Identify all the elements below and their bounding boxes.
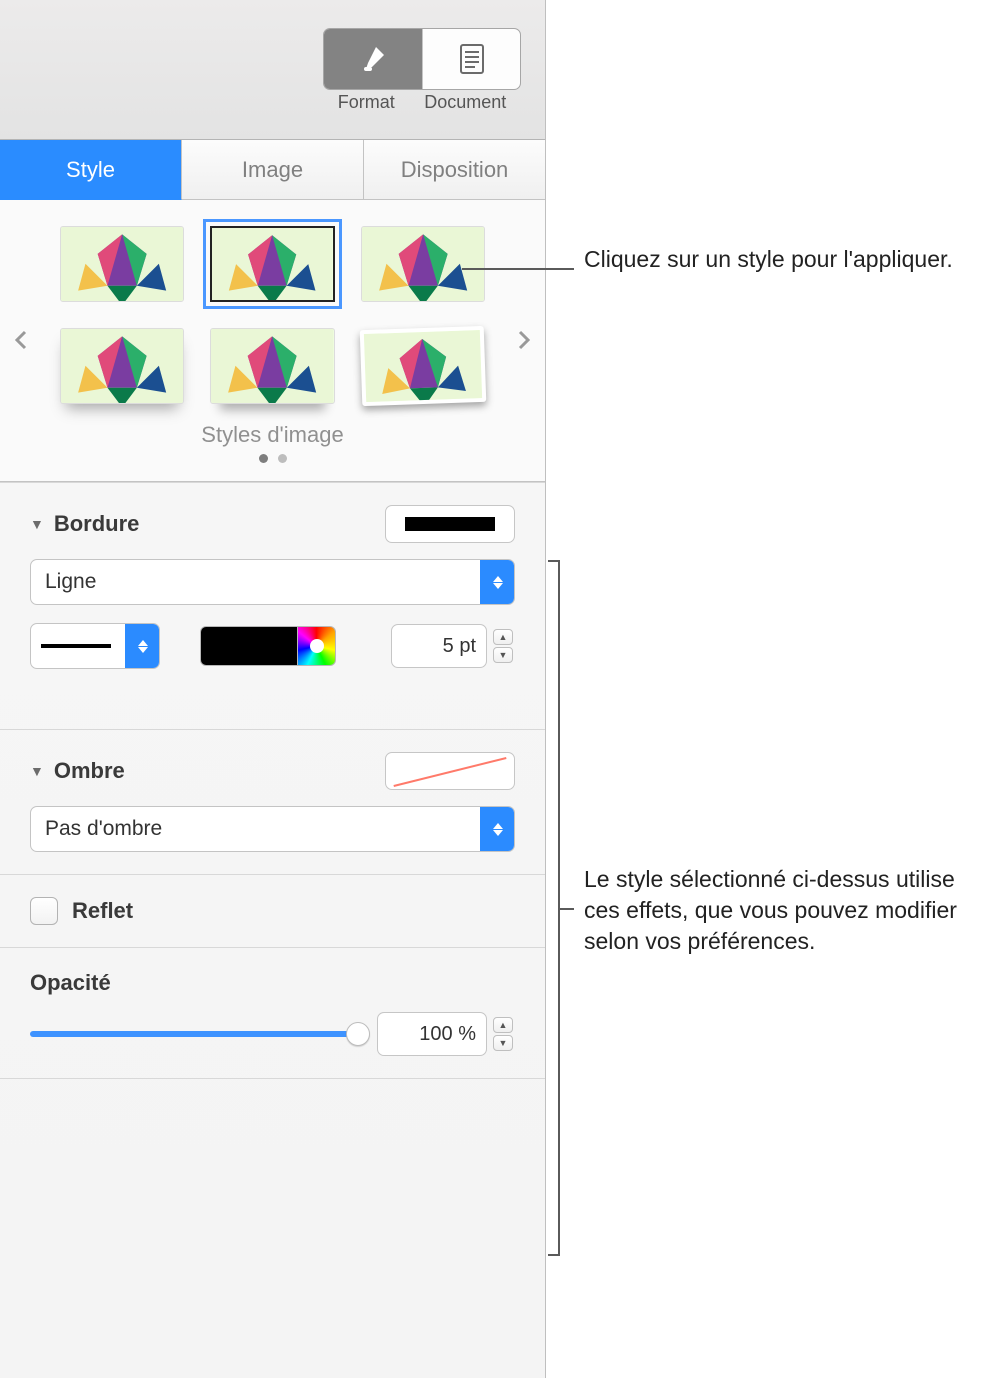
toolbar: Format Document xyxy=(0,0,545,140)
shadow-type-popup[interactable]: Pas d'ombre xyxy=(30,806,515,852)
origami-preview-icon xyxy=(211,329,333,404)
opacity-title: Opacité xyxy=(30,970,515,996)
format-label: Format xyxy=(338,92,395,113)
border-section: ▼ Bordure Ligne xyxy=(0,482,545,730)
document-button[interactable] xyxy=(422,29,520,89)
border-title[interactable]: ▼ Bordure xyxy=(30,511,139,537)
border-type-value: Ligne xyxy=(31,570,480,594)
page-dot[interactable] xyxy=(259,454,268,463)
line-style-preview xyxy=(41,644,111,648)
origami-preview-icon xyxy=(61,227,183,302)
paintbrush-icon xyxy=(358,44,388,74)
slider-thumb[interactable] xyxy=(346,1022,370,1046)
style-swatch-grid xyxy=(16,226,529,404)
image-styles-section: Styles d'image xyxy=(0,200,545,482)
border-preview-well[interactable] xyxy=(385,505,515,543)
callout-connector xyxy=(560,908,574,910)
style-swatch[interactable] xyxy=(359,326,486,406)
callout-apply-style: Cliquez sur un style pour l'appliquer. xyxy=(584,244,964,275)
border-title-label: Bordure xyxy=(54,511,140,537)
color-wheel-icon[interactable] xyxy=(298,626,336,666)
shadow-title-label: Ombre xyxy=(54,758,125,784)
reflection-label: Reflet xyxy=(72,898,133,924)
reflection-section: Reflet xyxy=(0,875,545,948)
style-swatch-selected[interactable] xyxy=(210,226,334,302)
page-dot[interactable] xyxy=(278,454,287,463)
disclosure-triangle-icon: ▼ xyxy=(30,516,44,532)
style-swatch[interactable] xyxy=(210,328,334,404)
inspector-panel: Format Document Style Image Disposition xyxy=(0,0,546,1378)
tab-layout[interactable]: Disposition xyxy=(364,140,545,200)
stepper-up[interactable]: ▲ xyxy=(493,1017,513,1033)
popup-arrows-icon xyxy=(480,560,514,604)
style-swatch[interactable] xyxy=(361,226,485,302)
styles-next-button[interactable] xyxy=(513,326,535,354)
document-icon xyxy=(458,43,486,75)
toolbar-segmented xyxy=(323,28,521,90)
color-swatch xyxy=(200,626,298,666)
popup-arrows-icon xyxy=(125,624,159,668)
shadow-title[interactable]: ▼ Ombre xyxy=(30,758,125,784)
thickness-stepper: ▲ ▼ xyxy=(493,624,515,668)
tab-style[interactable]: Style xyxy=(0,140,182,200)
shadow-section: ▼ Ombre Pas d'ombre xyxy=(0,730,545,875)
disclosure-triangle-icon: ▼ xyxy=(30,763,44,779)
opacity-stepper: ▲ ▼ xyxy=(493,1012,515,1056)
origami-preview-icon xyxy=(362,227,484,302)
stepper-down[interactable]: ▼ xyxy=(493,1035,513,1051)
reflection-checkbox[interactable] xyxy=(30,897,58,925)
border-line-preview xyxy=(405,517,495,531)
stepper-down[interactable]: ▼ xyxy=(493,647,513,663)
line-style-popup[interactable] xyxy=(30,623,160,669)
callout-bracket xyxy=(548,560,560,1256)
opacity-section: Opacité 100 % ▲ ▼ xyxy=(0,948,545,1079)
format-button[interactable] xyxy=(324,29,422,89)
origami-preview-icon xyxy=(364,330,483,406)
inspector-tabs: Style Image Disposition xyxy=(0,140,545,200)
origami-preview-icon xyxy=(212,228,332,302)
border-color-well[interactable] xyxy=(200,623,336,669)
opacity-field[interactable]: 100 % xyxy=(377,1012,487,1056)
style-swatch[interactable] xyxy=(60,328,184,404)
styles-prev-button[interactable] xyxy=(10,326,32,354)
toolbar-labels: Format Document xyxy=(323,92,521,113)
document-label: Document xyxy=(424,92,506,113)
shadow-type-value: Pas d'ombre xyxy=(31,817,480,841)
tab-image[interactable]: Image xyxy=(182,140,364,200)
border-type-popup[interactable]: Ligne xyxy=(30,559,515,605)
callout-effects: Le style sélectionné ci-dessus utilise c… xyxy=(584,864,984,957)
stepper-up[interactable]: ▲ xyxy=(493,629,513,645)
style-page-dots xyxy=(16,454,529,463)
origami-preview-icon xyxy=(61,329,183,404)
opacity-slider[interactable] xyxy=(30,1031,359,1037)
style-swatch[interactable] xyxy=(60,226,184,302)
shadow-preview-well[interactable] xyxy=(385,752,515,790)
callout-connector xyxy=(462,268,574,270)
image-styles-label: Styles d'image xyxy=(16,422,529,448)
popup-arrows-icon xyxy=(480,807,514,851)
border-thickness-field[interactable]: 5 pt xyxy=(391,624,487,668)
